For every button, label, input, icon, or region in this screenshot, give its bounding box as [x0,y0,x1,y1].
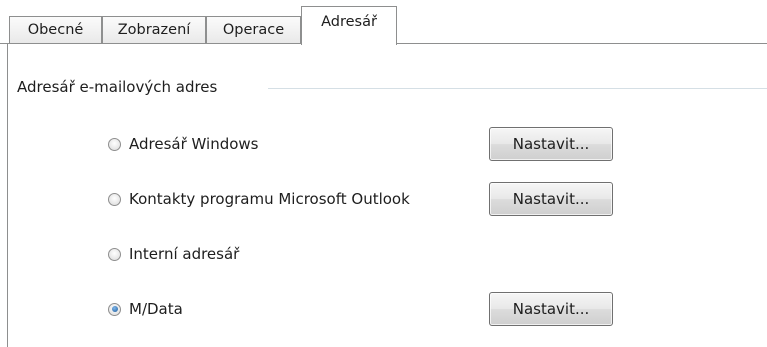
option-mdata[interactable]: M/Data [108,297,183,321]
configure-outlook-contacts-button[interactable]: Nastavit... [489,182,613,216]
option-label: M/Data [129,300,183,318]
option-internal-address-book[interactable]: Interní adresář [108,242,239,266]
radio-outlook-contacts[interactable] [108,192,121,206]
option-label: Adresář Windows [129,135,259,153]
option-outlook-contacts[interactable]: Kontakty programu Microsoft Outlook [108,187,410,211]
configure-mdata-button[interactable]: Nastavit... [489,292,613,326]
tab-zobrazeni[interactable]: Zobrazení [102,16,206,43]
tab-bar: Obecné Zobrazení Operace Adresář [0,0,767,45]
tab-operace[interactable]: Operace [206,16,301,43]
address-book-group-title: Adresář e-mailových adres [17,78,226,96]
radio-windows-address-book[interactable] [108,137,121,151]
radio-internal-address-book[interactable] [108,247,121,261]
group-divider [268,88,767,89]
option-windows-address-book[interactable]: Adresář Windows [108,132,259,156]
tab-obecne[interactable]: Obecné [9,16,102,43]
option-label: Kontakty programu Microsoft Outlook [129,190,410,208]
tab-adresar[interactable]: Adresář [301,6,397,45]
panel-border [7,44,8,347]
radio-mdata[interactable] [108,302,121,316]
option-label: Interní adresář [129,245,240,263]
configure-windows-address-book-button[interactable]: Nastavit... [489,127,613,161]
